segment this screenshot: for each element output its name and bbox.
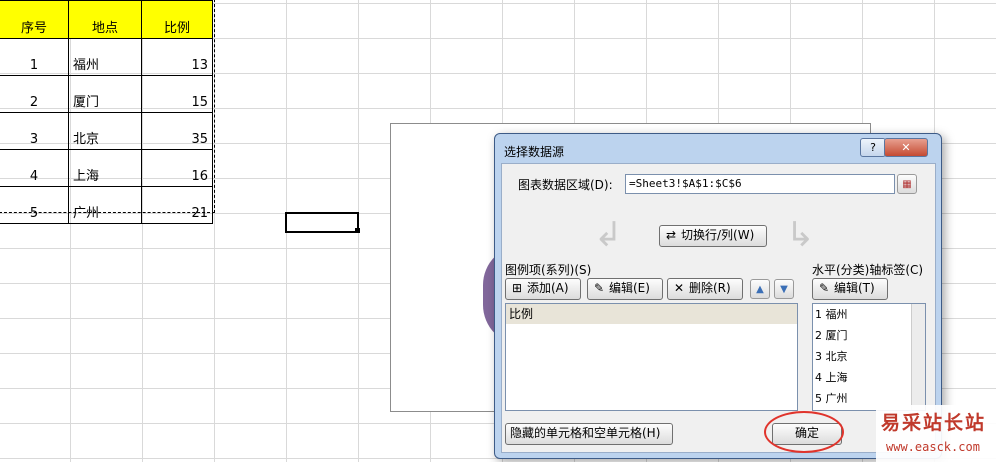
list-item[interactable]: 4 上海	[813, 367, 925, 388]
cell-location[interactable]: 广州	[68, 186, 142, 224]
add-icon: ⊞	[511, 281, 523, 295]
table-row: 1 福州 13	[0, 38, 213, 76]
cell-ratio[interactable]: 16	[141, 149, 213, 187]
header-cell-location[interactable]: 地点	[68, 0, 142, 39]
cell-ratio[interactable]: 35	[141, 112, 213, 150]
range-picker-icon: ▦	[902, 179, 912, 190]
axis-labels-label: 水平(分类)轴标签(C)	[812, 263, 924, 277]
edit-icon: ✎	[593, 281, 605, 295]
data-table: 序号 地点 比例 1 福州 13 2 厦门 15 3 北京 35 4 上海 16…	[0, 0, 213, 224]
fill-handle[interactable]	[355, 228, 360, 233]
header-cell-index[interactable]: 序号	[0, 0, 69, 39]
edit-series-button[interactable]: ✎ 编辑(E)	[587, 278, 663, 300]
range-picker-button[interactable]: ▦	[897, 174, 917, 194]
axis-list-scrollbar[interactable]	[911, 304, 925, 410]
delete-icon: ✕	[673, 281, 685, 295]
arrow-down-icon: ▼	[780, 284, 788, 295]
cell-location[interactable]: 北京	[68, 112, 142, 150]
list-item[interactable]: 3 北京	[813, 346, 925, 367]
cell-location[interactable]: 上海	[68, 149, 142, 187]
edit-icon: ✎	[818, 281, 830, 295]
switch-icon: ⇄	[665, 228, 677, 242]
cell-location[interactable]: 厦门	[68, 75, 142, 113]
cell-location[interactable]: 福州	[68, 38, 142, 76]
table-row: 5 广州 21	[0, 186, 213, 224]
cell-ratio[interactable]: 15	[141, 75, 213, 113]
dialog-title: 选择数据源	[504, 145, 565, 159]
series-list[interactable]: 比例	[505, 303, 798, 411]
table-header-row: 序号 地点 比例	[0, 0, 213, 39]
left-curved-arrow-icon: ↲	[594, 215, 623, 255]
table-row: 3 北京 35	[0, 112, 213, 150]
select-data-source-dialog: 选择数据源 ? ✕ 图表数据区域(D): =Sheet3!$A$1:$C$6 ▦…	[494, 133, 942, 459]
delete-series-label: 删除(R)	[689, 281, 731, 295]
watermark-url: www.easck.com	[886, 440, 980, 454]
series-label: 图例项(系列)(S)	[505, 263, 592, 277]
axis-labels-list[interactable]: 1 福州 2 厦门 3 北京 4 上海 5 广州	[812, 303, 926, 411]
arrow-up-icon: ▲	[756, 284, 764, 295]
cell-ratio[interactable]: 13	[141, 38, 213, 76]
table-row: 4 上海 16	[0, 149, 213, 187]
switch-row-column-label: 切换行/列(W)	[681, 228, 755, 242]
watermark-site-name: 易采站长站	[881, 412, 987, 434]
dialog-titlebar[interactable]: 选择数据源 ? ✕	[495, 134, 941, 162]
header-cell-ratio[interactable]: 比例	[141, 0, 213, 39]
edit-series-label: 编辑(E)	[609, 281, 650, 295]
right-curved-arrow-icon: ↳	[786, 215, 815, 255]
cell-index[interactable]: 3	[0, 112, 69, 150]
chart-range-label: 图表数据区域(D):	[518, 178, 613, 192]
cell-index[interactable]: 1	[0, 38, 69, 76]
list-item[interactable]: 1 福州	[813, 304, 925, 325]
close-button[interactable]: ✕	[884, 138, 928, 157]
list-item[interactable]: 2 厦门	[813, 325, 925, 346]
table-row: 2 厦门 15	[0, 75, 213, 113]
cell-index[interactable]: 4	[0, 149, 69, 187]
cell-index[interactable]: 2	[0, 75, 69, 113]
edit-axis-label: 编辑(T)	[834, 281, 875, 295]
add-series-button[interactable]: ⊞ 添加(A)	[505, 278, 581, 300]
list-item[interactable]: 比例	[506, 304, 797, 324]
cell-index[interactable]: 5	[0, 186, 69, 224]
add-series-label: 添加(A)	[527, 281, 569, 295]
hidden-empty-cells-button[interactable]: 隐藏的单元格和空单元格(H)	[505, 423, 673, 445]
delete-series-button[interactable]: ✕ 删除(R)	[667, 278, 743, 300]
edit-axis-button[interactable]: ✎ 编辑(T)	[812, 278, 888, 300]
active-cell[interactable]	[285, 212, 359, 233]
chart-range-input[interactable]: =Sheet3!$A$1:$C$6	[625, 174, 895, 194]
move-down-button[interactable]: ▼	[774, 279, 794, 299]
cell-ratio[interactable]: 21	[141, 186, 213, 224]
switch-row-column-button[interactable]: ⇄ 切换行/列(W)	[659, 225, 767, 247]
move-up-button[interactable]: ▲	[750, 279, 770, 299]
dialog-body: 图表数据区域(D): =Sheet3!$A$1:$C$6 ▦ ↲ ⇄ 切换行/列(…	[501, 163, 936, 453]
highlight-circle	[764, 411, 844, 453]
help-button[interactable]: ?	[860, 138, 886, 157]
